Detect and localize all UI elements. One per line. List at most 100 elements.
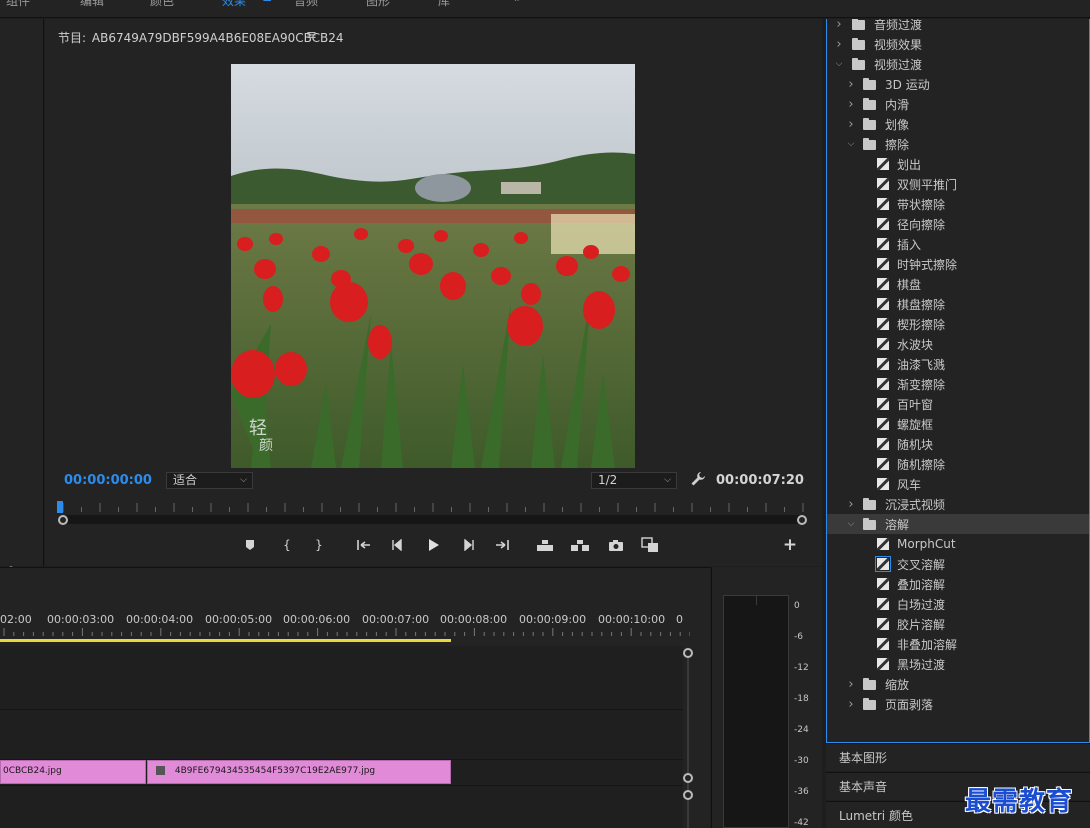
timeline-time-label: 00:00:10:00 — [598, 613, 666, 626]
scroll-track[interactable] — [687, 654, 689, 828]
lift-button[interactable] — [535, 535, 555, 555]
effects-folder[interactable]: ⌵ 擦除 — [827, 134, 1089, 154]
effects-folder[interactable]: › 沉浸式视频 — [827, 494, 1089, 514]
workspace-tab[interactable]: 编辑 — [80, 0, 104, 9]
effects-item-label: 水波块 — [897, 337, 934, 352]
timeline-clip[interactable]: 0CBCB24.jpg — [0, 760, 146, 784]
workspace-tab[interactable]: 组件 — [6, 0, 30, 9]
play-button[interactable] — [423, 535, 443, 555]
effects-folder[interactable]: › 内滑 — [827, 94, 1089, 114]
monitor-title: 节目: AB6749A79DBF599A4B6E08EA90CBCB24 — [58, 29, 344, 46]
playback-resolution-select[interactable]: 1/2 ⌵ — [591, 472, 677, 489]
effects-folder[interactable]: › 划像 — [827, 114, 1089, 134]
effects-item-label: 渐变擦除 — [897, 377, 946, 392]
extract-button[interactable] — [570, 535, 590, 555]
chevron-down-icon[interactable]: ⌵ — [846, 519, 856, 529]
timeline-clip[interactable]: 4B9FE679434535454F5397C19E2AE977.jpg — [147, 760, 451, 784]
step-forward-button[interactable] — [458, 535, 478, 555]
effects-item[interactable]: 叠加溶解 — [827, 574, 1089, 594]
effects-item-label: 溶解 — [885, 517, 910, 532]
workspace-tab[interactable]: 音频 — [294, 0, 318, 9]
panel-menu-icon[interactable]: ≡ — [306, 28, 317, 43]
timeline-vertical-scrollbar[interactable] — [682, 648, 694, 828]
chevron-right-icon[interactable]: › — [846, 77, 856, 92]
scroll-handle-top[interactable] — [683, 790, 693, 800]
monitor-time-ruler[interactable] — [57, 501, 807, 513]
effects-folder[interactable]: › 3D 运动 — [827, 74, 1089, 94]
go-to-in-button[interactable] — [354, 535, 374, 555]
mark-in-button[interactable]: { — [277, 535, 297, 555]
current-timecode[interactable]: 00:00:00:00 — [64, 473, 152, 488]
work-area-bar[interactable] — [0, 639, 451, 642]
chevron-down-icon[interactable]: ⌵ — [846, 139, 856, 149]
effects-item[interactable]: 胶片溶解 — [827, 614, 1089, 634]
chevron-right-icon[interactable]: › — [846, 97, 856, 112]
chevron-right-icon[interactable]: › — [834, 37, 844, 52]
wrench-icon[interactable] — [690, 471, 706, 487]
effects-item[interactable]: 时钟式擦除 — [827, 254, 1089, 274]
effects-item[interactable]: 插入 — [827, 234, 1089, 254]
folder-icon — [863, 678, 876, 690]
effects-item[interactable]: 黑场过渡 — [827, 654, 1089, 674]
chevron-right-icon[interactable]: › — [846, 697, 856, 712]
chevron-right-icon[interactable]: › — [846, 117, 856, 132]
scroll-handle-top[interactable] — [683, 648, 693, 658]
effects-item[interactable]: 楔形擦除 — [827, 314, 1089, 334]
scroll-handle-bottom[interactable] — [683, 773, 693, 783]
comparison-view-button[interactable] — [640, 535, 660, 555]
effects-item[interactable]: 水波块 — [827, 334, 1089, 354]
zoom-fit-select[interactable]: 适合 ⌵ — [166, 472, 253, 489]
playhead-marker[interactable] — [57, 501, 63, 513]
effects-item[interactable]: 非叠加溶解 — [827, 634, 1089, 654]
effects-folder[interactable]: › 视频效果 — [827, 34, 1089, 54]
effects-folder[interactable]: ⌵ 溶解 — [827, 514, 1089, 534]
effects-item[interactable]: 划出 — [827, 154, 1089, 174]
button-editor-button[interactable]: + — [780, 535, 800, 555]
effects-item[interactable]: 交叉溶解 — [827, 554, 1089, 574]
effects-item[interactable]: 随机块 — [827, 434, 1089, 454]
effects-item[interactable]: 螺旋框 — [827, 414, 1089, 434]
workspace-tab[interactable]: 图形 — [366, 0, 390, 9]
effects-folder[interactable]: › 音频过渡 — [827, 19, 1089, 34]
mark-out-button[interactable]: } — [309, 535, 329, 555]
chevron-right-icon[interactable]: › — [846, 677, 856, 692]
effects-item[interactable]: 带状擦除 — [827, 194, 1089, 214]
effects-folder[interactable]: › 缩放 — [827, 674, 1089, 694]
effects-item[interactable]: 双侧平推门 — [827, 174, 1089, 194]
effects-item[interactable]: 棋盘擦除 — [827, 294, 1089, 314]
chevron-right-icon[interactable]: › — [846, 497, 856, 512]
workspace-tab[interactable]: 库 — [438, 0, 450, 9]
effects-item[interactable]: 径向擦除 — [827, 214, 1089, 234]
effects-folder[interactable]: ⌵ 视频过渡 — [827, 54, 1089, 74]
essential-graphics-panel[interactable]: 基本图形 — [826, 743, 1090, 771]
effects-item[interactable]: 随机擦除 — [827, 454, 1089, 474]
transition-icon — [877, 638, 889, 650]
timeline-ruler[interactable]: 02:00 00:00:03:00 00:00:04:00 00:00:05:00 00… — [0, 613, 690, 627]
effects-folder[interactable]: › 页面剥落 — [827, 694, 1089, 714]
export-frame-button[interactable] — [606, 535, 626, 555]
scrub-start-handle[interactable] — [58, 515, 68, 525]
effects-item[interactable]: 风车 — [827, 474, 1089, 494]
workspace-tab[interactable]: 颜色 — [150, 0, 174, 9]
more-workspaces-icon[interactable]: » — [514, 0, 521, 5]
step-back-button[interactable] — [388, 535, 408, 555]
effects-item[interactable]: 渐变擦除 — [827, 374, 1089, 394]
transport-controls: { } + — [45, 535, 822, 555]
tulip-field-image: 轻 颜 — [231, 64, 635, 468]
scrub-end-handle[interactable] — [797, 515, 807, 525]
effects-item[interactable]: MorphCut — [827, 534, 1089, 554]
effects-item[interactable]: 棋盘 — [827, 274, 1089, 294]
chevron-right-icon[interactable]: › — [834, 19, 844, 32]
effects-item[interactable]: 油漆飞溅 — [827, 354, 1089, 374]
chevron-down-icon[interactable]: ⌵ — [834, 59, 844, 69]
workspace-menu-icon[interactable]: ≡ — [262, 0, 272, 5]
effects-item-label: 交叉溶解 — [897, 557, 946, 572]
track-area[interactable] — [0, 646, 683, 828]
effects-item[interactable]: 百叶窗 — [827, 394, 1089, 414]
scrub-bar[interactable] — [63, 515, 805, 524]
effects-item[interactable]: 白场过渡 — [827, 594, 1089, 614]
workspace-tab[interactable]: 效果 — [222, 0, 246, 9]
go-to-out-button[interactable] — [492, 535, 512, 555]
add-marker-button[interactable] — [240, 535, 260, 555]
effects-item-label: 沉浸式视频 — [885, 497, 946, 512]
